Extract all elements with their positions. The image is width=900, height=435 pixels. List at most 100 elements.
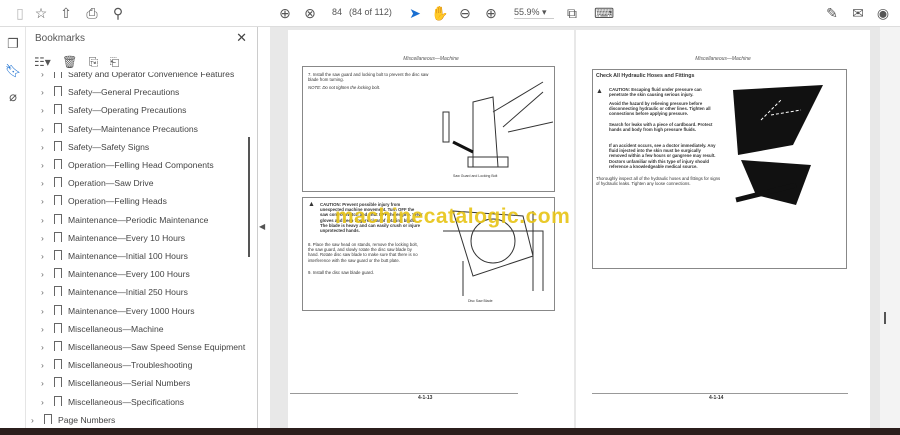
attachment-icon[interactable]: ⌀ (4, 89, 22, 107)
chevron-right-icon[interactable]: › (41, 174, 51, 192)
mail-icon[interactable]: ✉ (848, 4, 868, 22)
chevron-right-icon[interactable]: › (41, 393, 51, 411)
warning-icon: ▲ (308, 201, 315, 208)
chevron-right-icon[interactable]: › (31, 411, 41, 428)
pages-icon[interactable]: ❐ (4, 36, 22, 54)
bookmark-label: Miscellaneous—Machine (68, 323, 164, 334)
sign-icon[interactable]: ✎ (822, 4, 842, 22)
bookmark-item[interactable]: › Miscellaneous—Serial Numbers (41, 374, 190, 392)
bookmark-flag-icon (54, 140, 62, 151)
bookmark-item[interactable]: › Maintenance—Every 100 Hours (41, 265, 190, 283)
bookmark-flag-icon (54, 341, 62, 351)
bookmark-icon[interactable]: 🔖︎ (4, 63, 22, 81)
bookmark-flag-icon (54, 122, 62, 133)
chevron-right-icon[interactable]: › (41, 83, 51, 101)
bookmark-label: Page Numbers (58, 414, 116, 425)
note-text: NOTE: Do not tighten the locking bolt. (308, 85, 381, 90)
side-rail: ❐ 🔖︎ ⌀ (0, 27, 26, 428)
options-menu-icon[interactable]: ☷▾ (34, 55, 51, 69)
panel-scrollbar[interactable] (248, 137, 250, 257)
bookmark-item[interactable]: › Safety—Maintenance Precautions (41, 120, 198, 138)
star-icon[interactable]: ☆ (31, 4, 51, 22)
chevron-right-icon[interactable]: › (41, 302, 51, 320)
bookmark-label: Miscellaneous—Specifications (68, 396, 185, 407)
page-layout-icon[interactable]: ⧉ (562, 4, 582, 22)
chevron-right-icon[interactable]: › (41, 72, 51, 83)
chevron-right-icon[interactable]: › (41, 338, 51, 356)
page-right: Miscellaneous—Machine Check All Hydrauli… (576, 30, 870, 428)
page-count: (84 of 112) (349, 7, 392, 17)
bookmark-flag-icon (54, 304, 62, 315)
bookmark-flag-icon (54, 213, 62, 224)
chevron-right-icon[interactable]: › (41, 156, 51, 174)
chevron-right-icon[interactable]: › (41, 192, 51, 210)
bookmark-item[interactable]: › Safety—Safety Signs (41, 138, 149, 156)
zoom-in-icon[interactable]: ⊕ (481, 4, 501, 22)
new-bookmark-icon[interactable]: ⎘ (89, 55, 99, 69)
hydraulic-hose-illustration (733, 85, 823, 205)
hand-tool-icon[interactable]: ✋ (430, 4, 450, 22)
next-page-icon[interactable]: ⊗ (300, 4, 320, 22)
collapse-panel-icon[interactable]: ◀ (259, 222, 265, 231)
bookmark-item[interactable]: › Operation—Felling Head Components (41, 156, 214, 174)
bookmark-item[interactable]: › Miscellaneous—Troubleshooting (41, 356, 192, 374)
scroll-thumb[interactable] (884, 312, 886, 324)
bookmark-item[interactable]: › Miscellaneous—Specifications (41, 393, 184, 411)
bookmark-item[interactable]: › Operation—Felling Heads (41, 192, 167, 210)
zoom-select[interactable]: 55.9% ▾ (514, 7, 554, 19)
bookmark-flag-icon (54, 322, 62, 333)
bookmarks-panel: Bookmarks ✕ ☷▾ 🗑︎ ⎘ ⎗ › Safety and Operat… (26, 27, 258, 428)
bookmark-label: Miscellaneous—Saw Speed Sense Equipment (68, 342, 246, 352)
bookmark-item[interactable]: › Safety—Operating Precautions (41, 101, 186, 119)
caution-paragraph: If an accident occurs, see a doctor imme… (609, 143, 716, 169)
zoom-out-icon[interactable]: ⊖ (455, 4, 475, 22)
vertical-scrollbar[interactable] (880, 27, 900, 428)
chevron-right-icon[interactable]: › (41, 120, 51, 138)
search-icon[interactable]: ⚲ (108, 4, 128, 22)
prev-page-icon[interactable]: ⊕ (275, 4, 295, 22)
save-icon[interactable]: ▯ (10, 4, 30, 22)
bookmark-label: Maintenance—Initial 100 Hours (68, 251, 188, 261)
chevron-right-icon[interactable]: › (41, 283, 51, 301)
chevron-right-icon[interactable]: › (41, 356, 51, 374)
step-text: 7. Install the saw guard and locking bol… (308, 72, 429, 83)
bookmark-item[interactable]: › Maintenance—Every 1000 Hours (41, 302, 195, 320)
caution-paragraph: Avoid the hazard by relieving pressure b… (609, 101, 711, 117)
bookmark-item[interactable]: › Maintenance—Every 10 Hours (41, 229, 185, 247)
account-icon[interactable]: ◉ (873, 4, 893, 22)
bookmark-item[interactable]: › Miscellaneous—Saw Speed Sense Equipment (41, 338, 245, 356)
chevron-right-icon[interactable]: › (41, 247, 51, 265)
bookmark-item[interactable]: › Maintenance—Initial 250 Hours (41, 283, 188, 301)
bookmark-item[interactable]: › Maintenance—Periodic Maintenance (41, 211, 208, 229)
chevron-right-icon[interactable]: › (41, 320, 51, 338)
step-text: 9. Install the disc saw blade guard. (308, 270, 374, 275)
bookmark-flag-icon (54, 195, 62, 206)
bookmark-item[interactable]: › Safety—General Precautions (41, 83, 179, 101)
bookmark-label: Operation—Saw Drive (68, 178, 154, 189)
figure-caption: Disc Saw Blade (468, 299, 493, 303)
chevron-right-icon[interactable]: › (41, 229, 51, 247)
bookmark-flag-icon (54, 86, 62, 97)
read-mode-icon[interactable]: ⌨ (594, 4, 614, 22)
chevron-right-icon[interactable]: › (41, 374, 51, 392)
bookmark-item-page-numbers[interactable]: › Page Numbers (31, 411, 115, 428)
section-box: Check All Hydraulic Hoses and Fittings ▲… (592, 69, 847, 269)
delete-icon[interactable]: 🗑︎ (62, 55, 77, 69)
upload-cloud-icon[interactable]: ⇧ (56, 4, 76, 22)
bookmark-item[interactable]: › Maintenance—Initial 100 Hours (41, 247, 188, 265)
chevron-right-icon[interactable]: › (41, 265, 51, 283)
chevron-right-icon[interactable]: › (41, 211, 51, 229)
close-icon[interactable]: ✕ (236, 30, 247, 46)
select-cursor-icon[interactable]: ➤ (405, 4, 425, 22)
bookmark-item[interactable]: › Safety and Operator Convenience Feature… (41, 72, 234, 83)
bookmark-flag-icon (54, 104, 62, 115)
bookmark-item[interactable]: › Operation—Saw Drive (41, 174, 154, 192)
page-number-input[interactable]: 84 (332, 7, 342, 17)
caution-text: CAUTION: Escaping fluid under pressure c… (609, 87, 702, 98)
bookmark-item[interactable]: › Miscellaneous—Machine (41, 320, 164, 338)
bookmark-flag-icon (54, 268, 62, 279)
chevron-right-icon[interactable]: › (41, 101, 51, 119)
add-bookmark-icon[interactable]: ⎗ (110, 55, 120, 69)
print-icon[interactable]: ⎙ (82, 4, 102, 22)
chevron-right-icon[interactable]: › (41, 138, 51, 156)
